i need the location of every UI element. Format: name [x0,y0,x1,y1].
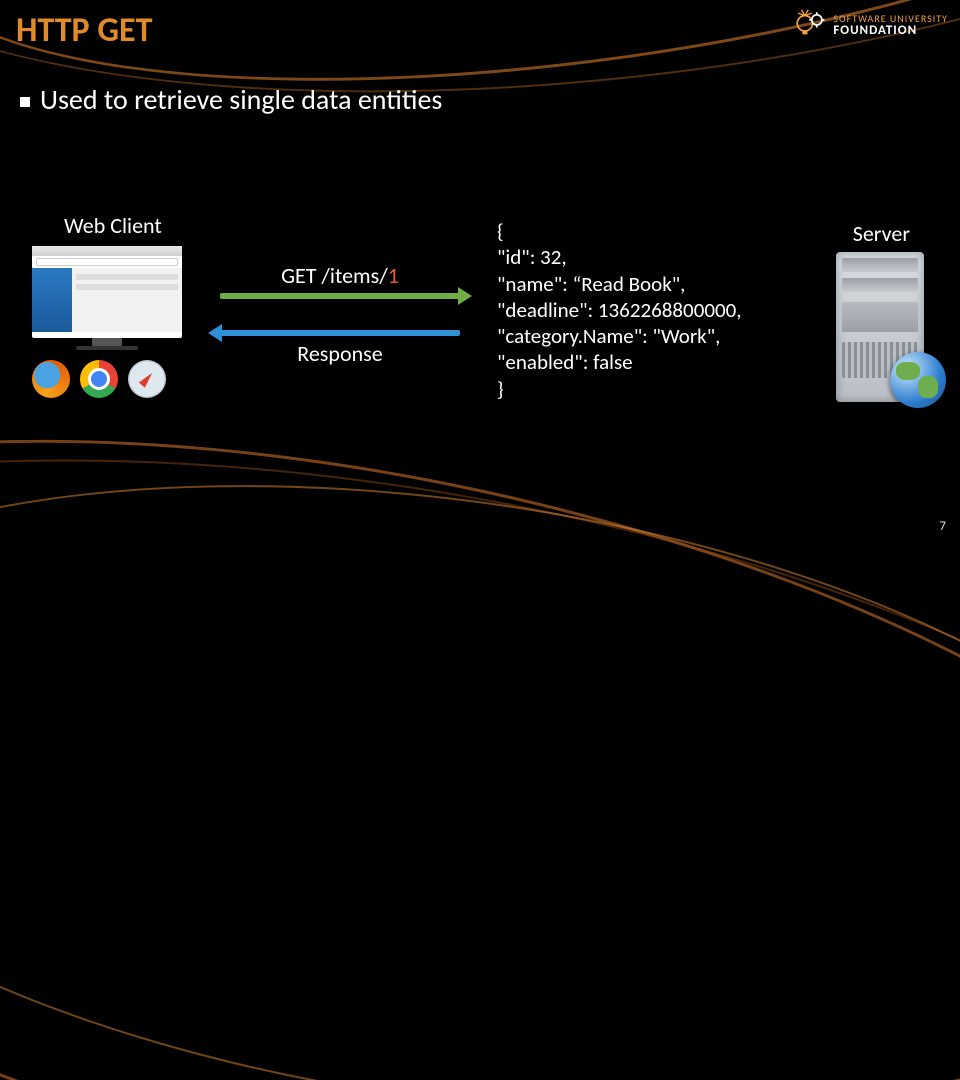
arrow-left-icon [220,330,460,336]
logo-text-line2: FOUNDATION [833,24,948,37]
request-arrow-block: GET /items/1 [220,262,460,299]
web-client-label: Web Client [64,212,162,239]
server-label: Server [853,220,910,247]
firefox-icon [32,360,70,398]
json-payload: { "id": 32, "name": “Read Book", "deadli… [497,218,742,402]
slide-title: HTTP GET [16,10,152,51]
decor-swoosh [0,399,960,1080]
browser-icons-row [32,360,166,398]
safari-icon [128,360,166,398]
chrome-icon [80,360,118,398]
logo-text-line1: SOFTWARE UNIVERSITY [833,14,948,24]
bullet-item: Used to retrieve single data entities [20,82,442,117]
page-number: 7 [939,519,946,534]
monitor-base [76,346,138,350]
decor-swoosh [0,322,960,1080]
arrow-right-icon [220,293,460,299]
brand-logo: SOFTWARE UNIVERSITY FOUNDATION [793,8,948,42]
bullet-text: Used to retrieve single data entities [40,82,442,117]
request-slash: / [379,262,388,289]
response-arrow-block: Response [220,330,460,371]
response-label: Response [220,340,460,367]
request-id: 1 [388,262,399,289]
decor-swoosh [0,301,960,1080]
request-prefix: GET /items [281,262,379,289]
bullet-marker-icon [20,97,30,107]
globe-icon [890,352,946,408]
browser-window-illustration [32,246,182,338]
lightbulb-gear-icon [793,8,827,42]
request-label: GET /items/1 [220,262,460,289]
